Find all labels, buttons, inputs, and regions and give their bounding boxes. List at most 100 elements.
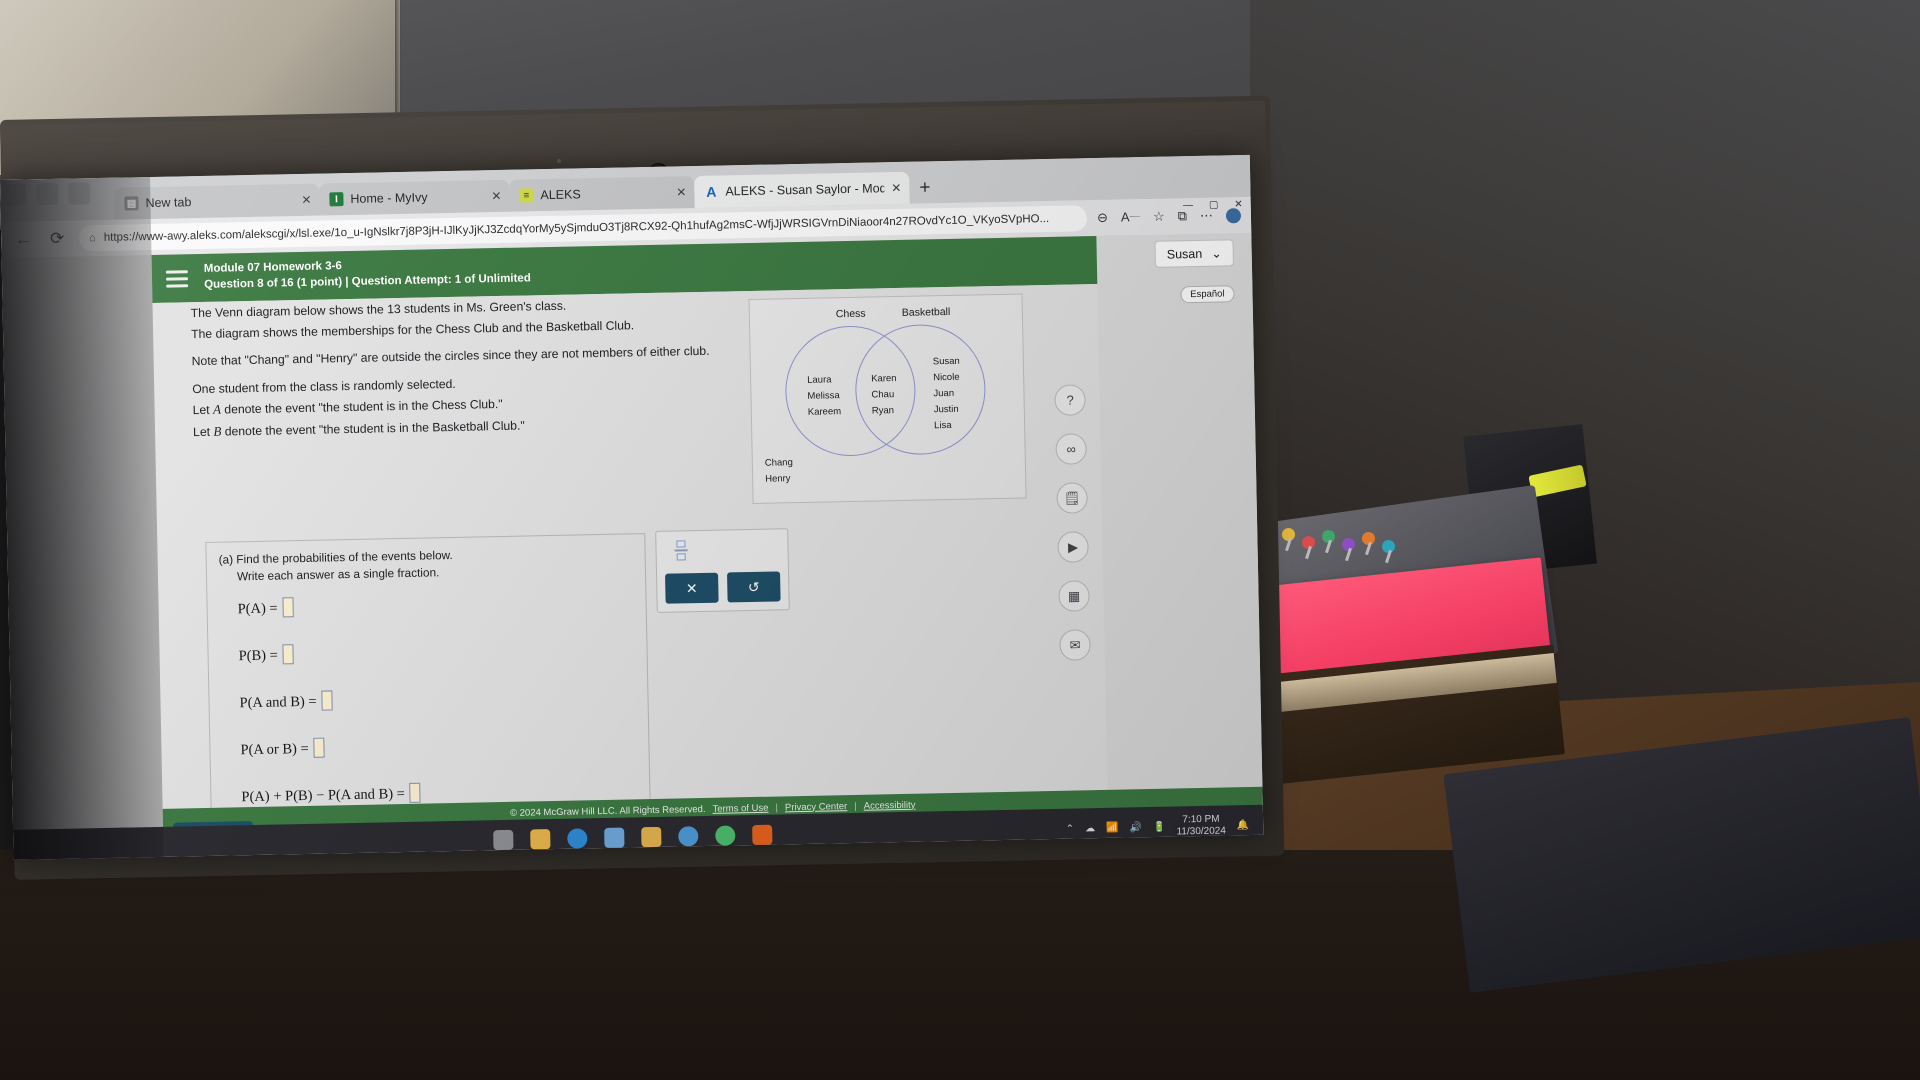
accessibility-link[interactable]: Accessibility: [864, 799, 916, 811]
window-minimize-button[interactable]: —: [1183, 200, 1193, 211]
browser-tab-0[interactable]: ▤ New tab ✕: [114, 183, 320, 220]
line6-pre: Let: [192, 424, 214, 440]
privacy-center-link[interactable]: Privacy Center: [785, 801, 848, 813]
equation-label: P(A) + P(B) − P(A and B) =: [241, 785, 406, 806]
edge-icon[interactable]: [567, 828, 588, 849]
mail-icon[interactable]: ✉: [1059, 629, 1091, 661]
clock-time: 7:10 PM: [1182, 813, 1220, 825]
fraction-template-icon[interactable]: [670, 538, 690, 562]
notification-bell-icon[interactable]: 🔔: [1237, 820, 1250, 831]
wifi-icon[interactable]: 📶: [1106, 822, 1119, 833]
chat-icon[interactable]: [715, 825, 736, 846]
line5-post: denote the event "the student is in the …: [220, 397, 503, 417]
tab-title: ALEKS: [540, 187, 581, 203]
question-body: The Venn diagram below shows the 13 stud…: [152, 283, 1109, 857]
equation-p-sum: P(A) + P(B) − P(A and B) =: [241, 782, 421, 807]
aleks-a-icon: A: [706, 183, 717, 200]
answer-input-p-a-and-b[interactable]: [321, 690, 333, 711]
undo-button[interactable]: ↺: [727, 571, 781, 603]
part-a-prompt-line-2: Write each answer as a single fraction.: [236, 565, 440, 584]
lock-icon: ⌂: [89, 232, 96, 245]
browser-icon[interactable]: [678, 826, 699, 847]
tab-close-icon[interactable]: ✕: [891, 181, 901, 195]
equation-label: P(A and B) =: [239, 693, 317, 712]
volume-icon[interactable]: 🔊: [1129, 822, 1142, 833]
user-menu-button[interactable]: Susan ⌄: [1154, 239, 1234, 268]
venn-diagram-panel: Chess Basketball Laura Melissa Kareem Ka…: [748, 293, 1027, 504]
tab-close-icon[interactable]: ✕: [491, 189, 501, 203]
window-close-button[interactable]: ✕: [1234, 199, 1243, 210]
equation-label: P(A) =: [237, 600, 278, 618]
math-input-toolbar: ✕ ↺: [655, 528, 790, 613]
myivy-icon: I: [329, 192, 344, 207]
window-maximize-button[interactable]: ▢: [1209, 200, 1219, 211]
venn-name-outside-1: Chang: [764, 457, 793, 469]
venn-name-chess-2: Melissa: [807, 390, 840, 402]
push-pins-cluster: [1258, 528, 1408, 573]
answer-input-p-b[interactable]: [282, 644, 294, 665]
browser-split-button[interactable]: [68, 182, 91, 205]
zoom-out-icon[interactable]: ⊖: [1097, 210, 1108, 226]
aleks-page: Module 07 Homework 3-6 Question 8 of 16 …: [151, 232, 1264, 857]
venn-name-outside-2: Henry: [765, 473, 791, 485]
venn-name-both-1: Karen: [871, 373, 897, 385]
battery-icon[interactable]: 🔋: [1153, 821, 1166, 832]
taskbar-clock[interactable]: 7:10 PM 11/30/2024: [1176, 813, 1226, 839]
newtab-icon: ▤: [124, 196, 139, 211]
answer-input-p-a[interactable]: [282, 597, 294, 618]
brave-icon[interactable]: [752, 824, 773, 846]
clear-answer-button[interactable]: ✕: [665, 572, 719, 604]
store-icon[interactable]: [604, 827, 625, 849]
new-tab-button[interactable]: +: [909, 177, 941, 204]
equation-p-a-and-b: P(A and B) =: [239, 690, 333, 712]
infinity-icon[interactable]: ∞: [1055, 433, 1087, 465]
equation-label: P(B) =: [238, 647, 278, 665]
screen-left-shadow: [0, 176, 164, 860]
venn-label-chess: Chess: [835, 307, 866, 321]
help-icon[interactable]: ?: [1054, 384, 1086, 416]
tab-close-icon[interactable]: ✕: [301, 193, 311, 207]
equation-p-b: P(B) =: [238, 644, 294, 665]
footer-separator: |: [775, 802, 779, 814]
question-text: The Venn diagram below shows the 13 stud…: [191, 293, 774, 451]
venn-name-bball-4: Justin: [933, 403, 959, 416]
browser-profile-button[interactable]: [4, 183, 27, 206]
back-icon[interactable]: ←: [11, 229, 35, 249]
browser-tab-1[interactable]: I Home - MyIvy ✕: [319, 179, 510, 216]
cloud-icon[interactable]: ☁: [1085, 823, 1095, 834]
answer-input-p-a-or-b[interactable]: [313, 737, 325, 758]
chevron-down-icon: ⌄: [1211, 246, 1222, 261]
tab-title: New tab: [145, 195, 192, 211]
notes-icon[interactable]: 🗒: [1056, 482, 1088, 514]
equation-p-a: P(A) =: [237, 597, 294, 618]
browser-copilot-button[interactable]: [36, 182, 59, 206]
calculator-icon[interactable]: ▦: [1058, 580, 1090, 612]
video-icon[interactable]: ▶: [1057, 531, 1089, 563]
equation-label: P(A or B) =: [240, 740, 309, 759]
part-a-prompt: (a) Find the probabilities of the events…: [219, 547, 454, 586]
footer-separator: |: [854, 800, 857, 812]
folder-icon[interactable]: [641, 826, 662, 848]
language-toggle-button[interactable]: Español: [1180, 285, 1235, 304]
answer-card-part-a: (a) Find the probabilities of the events…: [205, 533, 651, 830]
explorer-icon[interactable]: [530, 829, 551, 850]
browser-tab-3-active[interactable]: A ALEKS - Susan Saylor - Module 0 ✕: [694, 171, 910, 209]
hamburger-menu-icon[interactable]: [165, 269, 189, 288]
taskview-icon[interactable]: [493, 829, 514, 851]
laptop-screen: ▤ New tab ✕ I Home - MyIvy ✕ ≡ ALEKS ✕ A…: [0, 154, 1264, 860]
terms-of-use-link[interactable]: Terms of Use: [712, 802, 768, 814]
venn-name-chess-1: Laura: [807, 374, 832, 386]
venn-name-bball-5: Lisa: [934, 419, 952, 432]
tab-close-icon[interactable]: ✕: [676, 185, 686, 199]
aleks-header-text: Module 07 Homework 3-6 Question 8 of 16 …: [204, 256, 531, 294]
window-controls: — ▢ ✕: [1183, 199, 1243, 211]
reload-icon[interactable]: ⟳: [45, 229, 69, 249]
venn-label-basketball: Basketball: [901, 305, 951, 319]
venn-name-bball-1: Susan: [932, 355, 960, 368]
read-aloud-icon[interactable]: A𝄖: [1121, 209, 1140, 225]
venn-name-chess-3: Kareem: [807, 406, 842, 418]
tray-chevron-icon[interactable]: ⌃: [1066, 823, 1075, 834]
favorite-star-icon[interactable]: ☆: [1153, 209, 1165, 225]
answer-input-p-sum[interactable]: [409, 782, 421, 803]
browser-tab-2[interactable]: ≡ ALEKS ✕: [509, 176, 695, 212]
